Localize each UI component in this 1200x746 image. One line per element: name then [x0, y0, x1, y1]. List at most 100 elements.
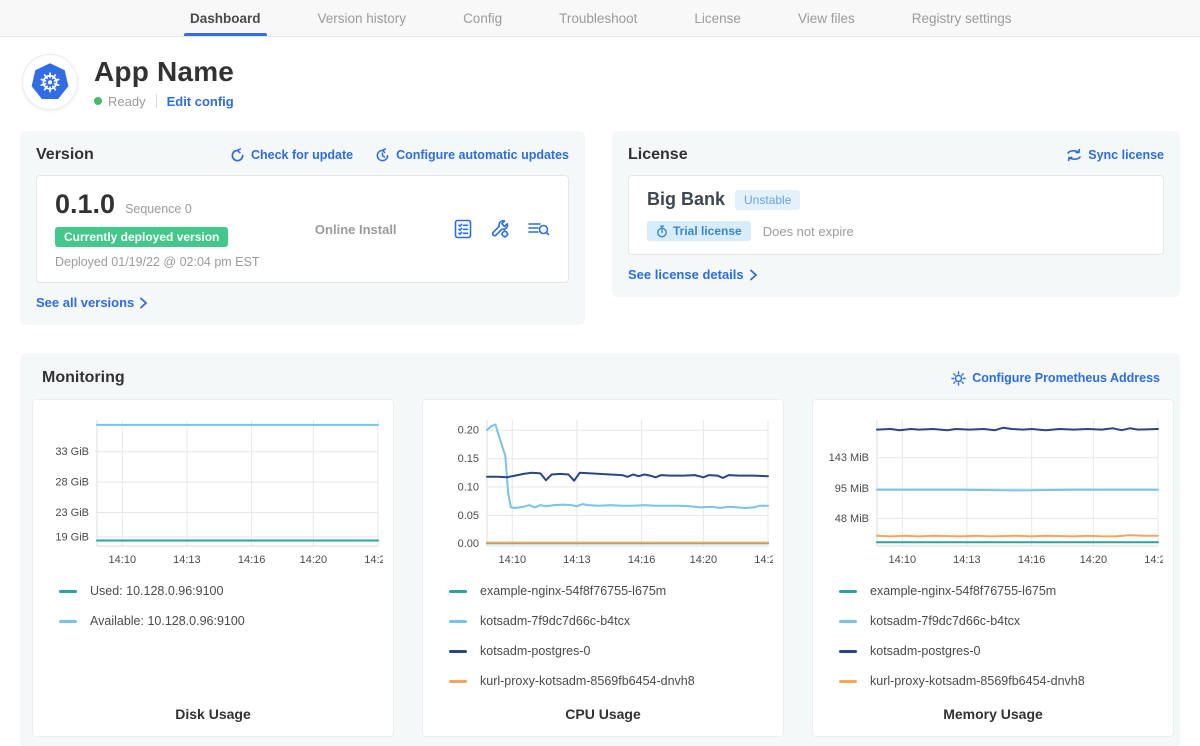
svg-text:14:13: 14:13 — [953, 554, 981, 566]
trial-license-label: Trial license — [673, 224, 742, 238]
preflight-checks-icon[interactable] — [452, 218, 474, 240]
svg-text:14:20: 14:20 — [690, 554, 718, 566]
tab-license[interactable]: License — [694, 0, 741, 36]
top-cards-row: Version Check for update — [0, 131, 1200, 325]
legend-color-dash — [59, 590, 77, 593]
check-for-update-button[interactable]: Check for update — [230, 148, 353, 163]
legend-color-dash — [839, 650, 857, 653]
sync-icon — [1066, 148, 1082, 162]
configure-automatic-updates-label: Configure automatic updates — [396, 148, 569, 162]
legend-label: example-nginx-54f8f76755-l675m — [870, 584, 1056, 598]
disk-usage-title: Disk Usage — [43, 688, 383, 722]
view-logs-icon[interactable] — [526, 218, 550, 240]
svg-text:0.15: 0.15 — [458, 453, 479, 465]
tab-config[interactable]: Config — [463, 0, 502, 36]
legend-color-dash — [839, 620, 857, 623]
tab-version-history[interactable]: Version history — [318, 0, 407, 36]
tab-dashboard[interactable]: Dashboard — [190, 0, 261, 36]
svg-text:14:23: 14:23 — [754, 554, 773, 566]
svg-text:95 MiB: 95 MiB — [835, 483, 869, 495]
legend-color-dash — [59, 620, 77, 623]
svg-text:23 GiB: 23 GiB — [55, 507, 89, 519]
app-header: App Name Ready Edit config — [0, 37, 1200, 110]
memory-usage-title: Memory Usage — [823, 688, 1163, 722]
license-expiry: Does not expire — [763, 224, 854, 239]
chevron-right-icon — [139, 297, 148, 309]
version-card: Version Check for update — [20, 131, 585, 325]
svg-text:33 GiB: 33 GiB — [55, 446, 89, 458]
disk-usage-card: 19 GiB23 GiB28 GiB33 GiB14:1014:1314:161… — [32, 399, 394, 737]
configure-prometheus-button[interactable]: Configure Prometheus Address — [951, 371, 1160, 386]
see-all-versions-label: See all versions — [36, 295, 134, 310]
legend-item: kotsadm-7f9dc7d66c-b4tcx — [449, 614, 773, 628]
legend-label: Used: 10.128.0.96:9100 — [90, 584, 223, 598]
monitoring-section: Monitoring Configure Prometheus Address … — [20, 353, 1180, 746]
see-all-versions-link[interactable]: See all versions — [36, 295, 569, 310]
deployed-timestamp: Deployed 01/19/22 @ 02:04 pm EST — [55, 255, 259, 269]
legend-color-dash — [449, 590, 467, 593]
legend-item: example-nginx-54f8f76755-l675m — [449, 584, 773, 598]
legend-item: example-nginx-54f8f76755-l675m — [839, 584, 1163, 598]
version-sequence: Sequence 0 — [125, 202, 192, 216]
edit-config-wrench-icon[interactable] — [489, 218, 511, 240]
sync-license-button[interactable]: Sync license — [1066, 148, 1164, 162]
legend-item: kotsadm-postgres-0 — [839, 644, 1163, 658]
check-for-update-label: Check for update — [251, 148, 353, 162]
svg-text:14:23: 14:23 — [1144, 554, 1163, 566]
tab-view-files[interactable]: View files — [798, 0, 855, 36]
edit-config-link[interactable]: Edit config — [167, 94, 234, 109]
legend-color-dash — [839, 590, 857, 593]
svg-text:14:10: 14:10 — [499, 554, 527, 566]
configure-automatic-updates-button[interactable]: Configure automatic updates — [375, 148, 569, 163]
svg-text:0.20: 0.20 — [458, 425, 479, 437]
chevron-right-icon — [749, 269, 758, 281]
status-text: Ready — [108, 94, 146, 109]
page-title: App Name — [94, 56, 234, 88]
svg-text:14:10: 14:10 — [109, 554, 137, 566]
gear-icon — [951, 371, 966, 386]
legend-color-dash — [449, 620, 467, 623]
svg-text:14:20: 14:20 — [1080, 554, 1108, 566]
license-panel: Big Bank Unstable Trial license Does not… — [628, 175, 1164, 255]
svg-text:19 GiB: 19 GiB — [55, 531, 89, 543]
cpu-usage-title: CPU Usage — [433, 688, 773, 722]
refresh-icon — [230, 148, 245, 163]
legend-label: kotsadm-postgres-0 — [480, 644, 590, 658]
trial-license-badge: Trial license — [647, 221, 751, 241]
tab-troubleshoot[interactable]: Troubleshoot — [559, 0, 637, 36]
svg-text:14:16: 14:16 — [1018, 554, 1046, 566]
svg-text:0.00: 0.00 — [458, 538, 479, 550]
kubernetes-logo-icon — [31, 63, 69, 101]
legend-item: kurl-proxy-kotsadm-8569fb6454-dnvh8 — [839, 674, 1163, 688]
legend-label: kurl-proxy-kotsadm-8569fb6454-dnvh8 — [870, 674, 1085, 688]
version-card-title: Version — [36, 146, 94, 164]
license-card: License Sync license Big Bank Unstable — [612, 131, 1180, 297]
tab-registry-settings[interactable]: Registry settings — [912, 0, 1012, 36]
sync-license-label: Sync license — [1088, 148, 1164, 162]
monitoring-title: Monitoring — [42, 369, 125, 387]
memory-usage-card: 48 MiB95 MiB143 MiB14:1014:1314:1614:201… — [812, 399, 1174, 737]
see-license-details-label: See license details — [628, 267, 744, 282]
legend-label: kurl-proxy-kotsadm-8569fb6454-dnvh8 — [480, 674, 695, 688]
cpu-usage-chart: 0.000.050.100.150.2014:1014:1314:1614:20… — [433, 412, 773, 570]
stopwatch-icon — [656, 225, 668, 238]
svg-text:48 MiB: 48 MiB — [835, 513, 869, 525]
configure-prometheus-label: Configure Prometheus Address — [972, 371, 1160, 385]
legend-label: example-nginx-54f8f76755-l675m — [480, 584, 666, 598]
svg-text:14:16: 14:16 — [628, 554, 656, 566]
svg-text:14:13: 14:13 — [173, 554, 201, 566]
svg-text:0.10: 0.10 — [458, 482, 479, 494]
deployed-version-badge: Currently deployed version — [55, 227, 228, 247]
see-license-details-link[interactable]: See license details — [628, 267, 1164, 282]
channel-badge: Unstable — [735, 190, 800, 210]
legend-label: Available: 10.128.0.96:9100 — [90, 614, 245, 628]
svg-text:143 MiB: 143 MiB — [829, 452, 869, 464]
current-version-panel: 0.1.0 Sequence 0 Currently deployed vers… — [36, 175, 569, 283]
disk-usage-legend: Used: 10.128.0.96:9100 Available: 10.128.… — [43, 584, 383, 628]
svg-text:14:23: 14:23 — [364, 554, 383, 566]
top-navigation: Dashboard Version history Config Trouble… — [0, 0, 1200, 37]
svg-text:0.05: 0.05 — [458, 510, 479, 522]
license-card-title: License — [628, 146, 688, 164]
legend-item: Available: 10.128.0.96:9100 — [59, 614, 383, 628]
memory-usage-legend: example-nginx-54f8f76755-l675mkotsadm-7f… — [823, 584, 1163, 688]
